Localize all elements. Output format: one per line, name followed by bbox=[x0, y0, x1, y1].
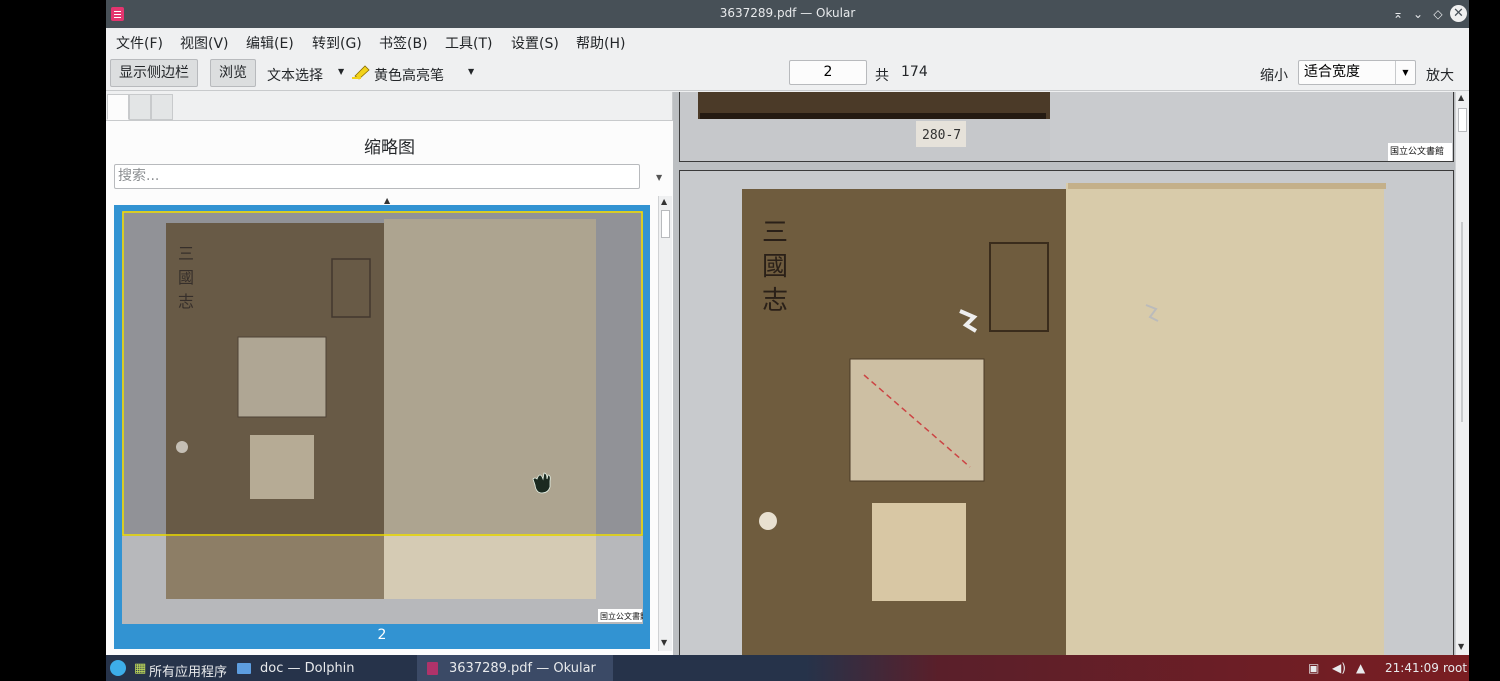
page-of-label: 共 bbox=[875, 68, 889, 84]
keep-above-button[interactable]: ⌅ bbox=[1389, 5, 1407, 23]
show-sidebar-button[interactable]: 显示侧边栏 bbox=[110, 59, 198, 87]
clipboard-icon[interactable]: ▣ bbox=[1308, 661, 1319, 675]
maximize-button[interactable]: ◇ bbox=[1429, 5, 1447, 23]
menu-tools[interactable]: 工具(T) bbox=[445, 33, 492, 53]
sidebar-tab-annotations[interactable] bbox=[151, 94, 173, 120]
menu-file[interactable]: 文件(F) bbox=[116, 33, 163, 53]
menu-view[interactable]: 视图(V) bbox=[180, 33, 229, 53]
thumbnail-scrollbar-handle[interactable] bbox=[661, 210, 670, 238]
page-number-input[interactable]: 2 bbox=[789, 60, 867, 85]
app-launcher-icon[interactable] bbox=[110, 660, 126, 676]
sidebar-tab-thumbnails[interactable] bbox=[107, 94, 129, 120]
all-apps-menu[interactable]: 所有应用程序 bbox=[149, 661, 227, 680]
zoom-in-button[interactable]: 放大 bbox=[1426, 65, 1454, 85]
thumbnail-list[interactable]: ▲ 三 國 志 国立公文書 2 ▲ ▼ bbox=[114, 196, 672, 651]
document-scrollbar[interactable]: ▲ ▼ bbox=[1455, 92, 1469, 655]
zoom-mode-value: 适合宽度 bbox=[1304, 64, 1360, 80]
sidebar-tab-contents[interactable] bbox=[129, 94, 151, 120]
menu-bar: 文件(F) 视图(V) 编辑(E) 转到(G) 书签(B) 工具(T) 设置(S… bbox=[106, 28, 1469, 55]
thumbnails-panel: 缩略图 搜索... ▼ ▲ 三 國 志 国立公文書 2 ▲ ▼ bbox=[106, 120, 673, 655]
page-2-image: 三 國 志 bbox=[680, 171, 1453, 655]
user-name[interactable]: root bbox=[1443, 661, 1467, 675]
page-1-label: 280-7 bbox=[922, 128, 961, 143]
sidebar: 缩略图 搜索... ▼ ▲ 三 國 志 国立公文書 2 ▲ ▼ bbox=[106, 92, 673, 655]
window-title: 3637289.pdf — Okular bbox=[719, 6, 856, 20]
page-1: 280-7 国立公文書館 bbox=[679, 92, 1454, 162]
main-toolbar: 显示侧边栏 浏览 文本选择 ▼ 黄色高亮笔 ▼ 2 共 174 缩小 适合宽度 … bbox=[106, 55, 1469, 91]
scroll-up-icon[interactable]: ▲ bbox=[384, 196, 390, 205]
thumbnail-item-selected[interactable]: 三 國 志 国立公文書館 2 bbox=[114, 205, 650, 649]
svg-text:國: 國 bbox=[762, 252, 788, 282]
svg-text:三: 三 bbox=[762, 218, 788, 248]
scrollbar-track bbox=[1461, 222, 1463, 422]
browse-tool-button[interactable]: 浏览 bbox=[210, 59, 256, 87]
thumbnail-stamp: 国立公文書館 bbox=[600, 611, 643, 621]
thumbnail-search-input[interactable]: 搜索... bbox=[114, 164, 640, 189]
scroll-down-arrow-icon[interactable]: ▼ bbox=[661, 638, 667, 647]
zoom-out-button[interactable]: 缩小 bbox=[1260, 65, 1288, 85]
zoom-mode-select[interactable]: 适合宽度 ▼ bbox=[1298, 60, 1416, 85]
page-1-image: 280-7 国立公文書館 bbox=[680, 92, 1453, 161]
minimize-button[interactable]: ⌄ bbox=[1409, 5, 1427, 23]
doc-scroll-up-icon[interactable]: ▲ bbox=[1458, 93, 1464, 102]
okular-window: 3637289.pdf — Okular ⌅ ⌄ ◇ ✕ 文件(F) 视图(V)… bbox=[106, 0, 1469, 681]
thumbnail-scrollbar[interactable]: ▲ ▼ bbox=[658, 196, 672, 651]
highlighter-tool[interactable]: 黄色高亮笔 bbox=[374, 65, 444, 85]
thumbnail-image: 三 國 志 国立公文書館 bbox=[122, 211, 643, 624]
page-1-stamp: 国立公文書館 bbox=[1390, 145, 1444, 157]
highlighter-icon bbox=[352, 65, 370, 80]
text-select-dropdown-icon[interactable]: ▼ bbox=[338, 67, 344, 76]
document-scrollbar-handle[interactable] bbox=[1458, 108, 1467, 132]
menu-go[interactable]: 转到(G) bbox=[312, 33, 362, 53]
volume-icon[interactable]: ◀) bbox=[1332, 661, 1346, 675]
page-total: 174 bbox=[901, 64, 928, 80]
task-dolphin[interactable]: doc — Dolphin bbox=[260, 661, 355, 676]
menu-help[interactable]: 帮助(H) bbox=[576, 33, 625, 53]
okular-task-icon bbox=[427, 662, 438, 675]
doc-scroll-down-icon[interactable]: ▼ bbox=[1458, 642, 1464, 651]
task-okular[interactable]: 3637289.pdf — Okular bbox=[449, 661, 596, 676]
notifications-icon[interactable]: ▲ bbox=[1356, 661, 1365, 675]
menu-bookmarks[interactable]: 书签(B) bbox=[379, 33, 428, 53]
zoom-dropdown-icon[interactable]: ▼ bbox=[1395, 61, 1415, 84]
document-view[interactable]: 280-7 国立公文書館 三 國 志 ▲ ▼ bbox=[673, 92, 1469, 655]
menu-settings[interactable]: 设置(S) bbox=[511, 33, 559, 53]
dolphin-folder-icon bbox=[237, 663, 251, 674]
taskbar-wallpaper bbox=[806, 655, 1469, 681]
text-select-tool[interactable]: 文本选择 bbox=[267, 65, 323, 85]
thumbnail-page-image: 三 國 志 国立公文書館 bbox=[122, 211, 643, 624]
thumbnails-title: 缩略图 bbox=[364, 138, 415, 158]
search-options-icon[interactable]: ▼ bbox=[656, 173, 662, 182]
thumbnail-page-number: 2 bbox=[377, 627, 387, 643]
highlighter-dropdown-icon[interactable]: ▼ bbox=[468, 67, 474, 76]
close-button[interactable]: ✕ bbox=[1450, 5, 1467, 22]
page-2: 三 國 志 bbox=[679, 170, 1454, 655]
title-bar: 3637289.pdf — Okular ⌅ ⌄ ◇ ✕ bbox=[106, 0, 1469, 28]
menu-edit[interactable]: 编辑(E) bbox=[246, 33, 294, 53]
svg-text:志: 志 bbox=[762, 286, 788, 316]
taskbar: ▦ 所有应用程序 doc — Dolphin 3637289.pdf — Oku… bbox=[106, 655, 1469, 681]
clock[interactable]: 21:41:09 bbox=[1385, 661, 1439, 675]
apps-grid-icon[interactable]: ▦ bbox=[134, 661, 146, 676]
scroll-up-arrow-icon[interactable]: ▲ bbox=[661, 197, 667, 206]
